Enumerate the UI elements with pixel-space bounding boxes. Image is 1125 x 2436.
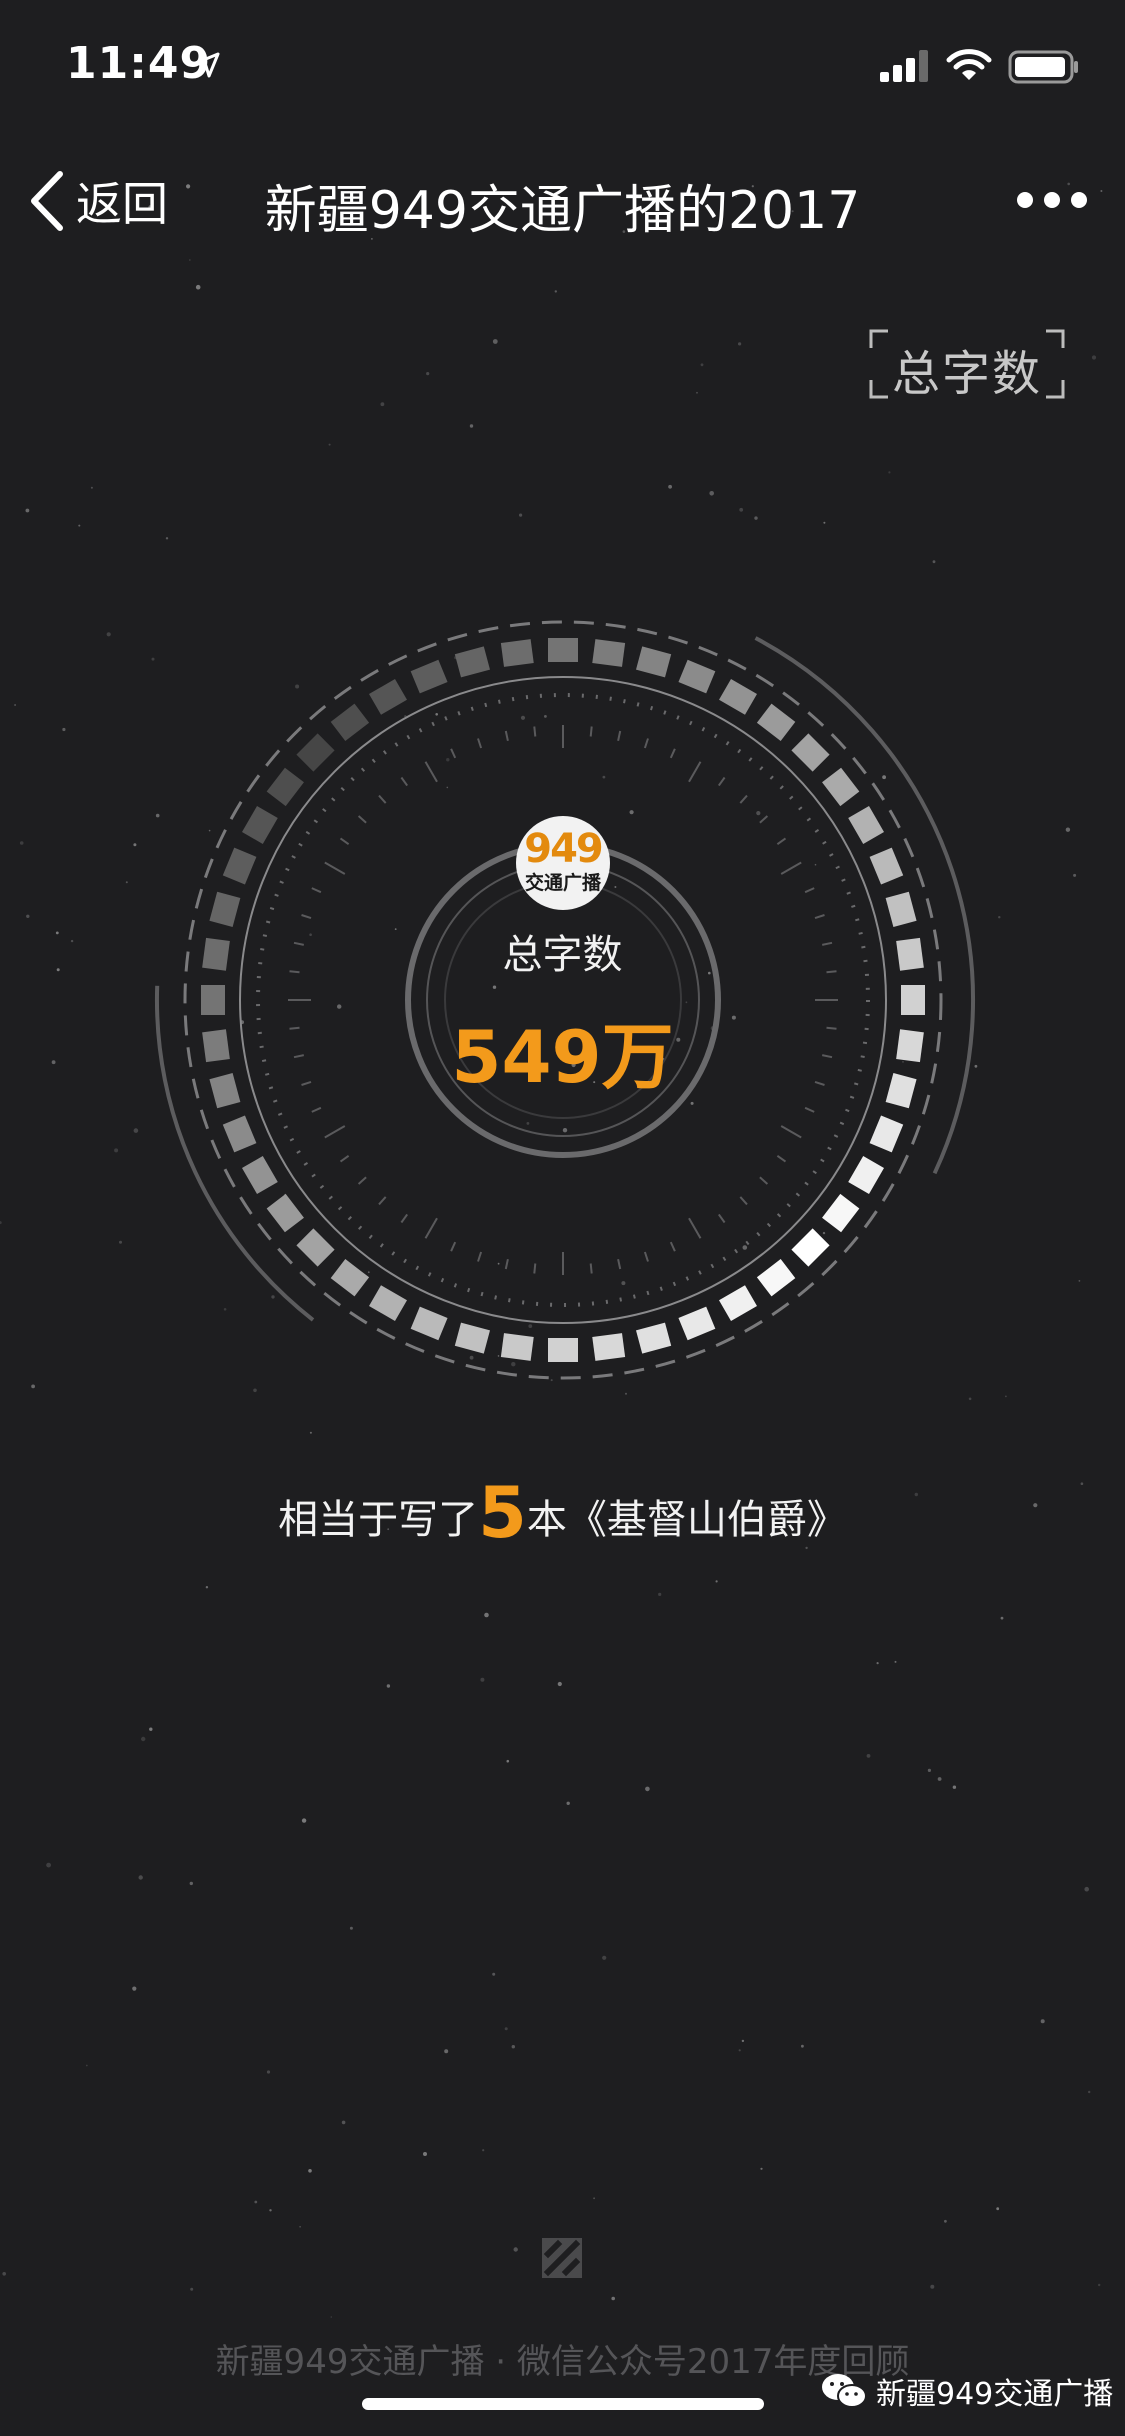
footer-brand-icon [542, 2238, 582, 2278]
station-logo: 949 交通广播 [516, 816, 610, 910]
caption-number: 5 [478, 1472, 527, 1554]
home-indicator [362, 2398, 764, 2410]
radial-dial-graphic [154, 620, 975, 1380]
caption-prefix: 相当于写了 [278, 1497, 479, 1543]
comparison-caption: 相当于写了5本《基督山伯爵》 [0, 1468, 1125, 1565]
stat-value: 549万 [451, 1015, 674, 1099]
caption-suffix: 本《基督山伯爵》 [526, 1497, 847, 1543]
logo-subtitle: 交通广播 [524, 872, 601, 894]
logo-number: 949 [524, 826, 604, 872]
wechat-watermark: 新疆949交通广播 [820, 2366, 1113, 2416]
watermark-text: 新疆949交通广播 [876, 2377, 1114, 2412]
wechat-icon [822, 2374, 867, 2408]
stat-label: 总字数 [502, 932, 623, 978]
